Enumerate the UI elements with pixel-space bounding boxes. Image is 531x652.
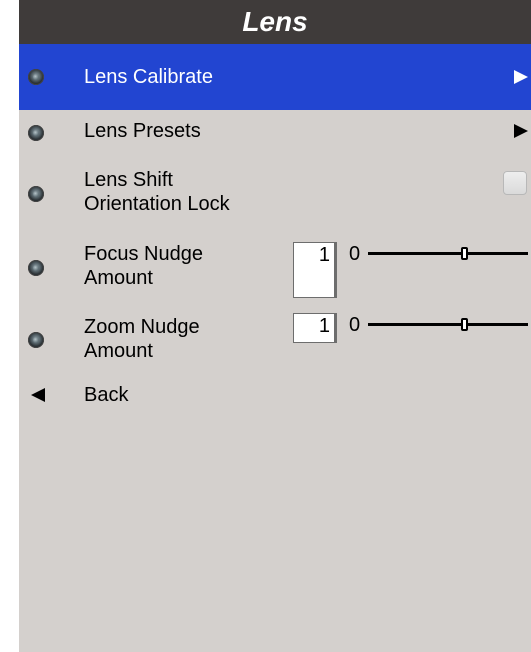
submenu-arrow-icon — [514, 124, 528, 138]
menu-item-label: Lens Shift Orientation Lock — [84, 169, 230, 215]
lens-bullet-icon — [28, 332, 44, 348]
focus-nudge-value-input[interactable]: 1 — [293, 242, 337, 298]
focus-nudge-slider-thumb[interactable] — [461, 247, 468, 260]
focus-nudge-slider-track[interactable] — [368, 247, 528, 260]
menu-item-label: Lens Presets — [84, 120, 201, 142]
menu-item-lens-presets[interactable]: Lens Presets — [19, 110, 531, 160]
submenu-arrow-icon — [514, 70, 528, 84]
menu-item-label: Lens Calibrate — [84, 66, 213, 88]
menu-item-focus-nudge-amount[interactable]: Focus Nudge Amount 1 0 — [19, 240, 531, 306]
zoom-nudge-slider-min: 0 — [349, 314, 361, 336]
menu-item-label: Zoom Nudge Amount — [84, 316, 200, 362]
menu-item-label: Focus Nudge Amount — [84, 243, 203, 289]
zoom-nudge-slider-thumb[interactable] — [461, 318, 468, 331]
menu-title: Lens — [19, 0, 531, 44]
lens-menu-panel: Lens Lens Calibrate Lens Presets Lens Sh… — [19, 0, 531, 652]
back-arrow-icon — [31, 388, 45, 402]
menu-item-zoom-nudge-amount[interactable]: Zoom Nudge Amount 1 0 — [19, 312, 531, 372]
lens-bullet-icon — [28, 260, 44, 276]
back-label: Back — [84, 384, 129, 406]
menu-item-lens-calibrate[interactable]: Lens Calibrate — [19, 44, 531, 110]
zoom-nudge-value-input[interactable]: 1 — [293, 313, 337, 343]
lens-bullet-icon — [28, 69, 44, 85]
orientation-lock-checkbox[interactable] — [503, 171, 527, 195]
focus-nudge-slider-min: 0 — [349, 243, 361, 265]
lens-bullet-icon — [28, 125, 44, 141]
menu-item-lens-shift-orientation-lock[interactable]: Lens Shift Orientation Lock — [19, 160, 531, 240]
lens-bullet-icon — [28, 186, 44, 202]
zoom-nudge-slider-track[interactable] — [368, 318, 528, 331]
back-button[interactable]: Back — [19, 377, 531, 417]
